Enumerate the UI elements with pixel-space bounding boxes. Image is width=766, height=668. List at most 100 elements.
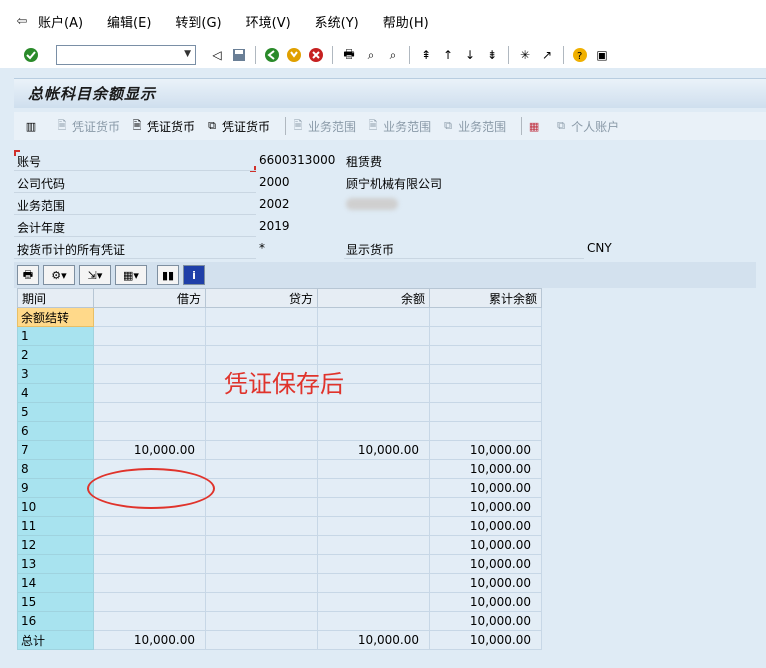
cell-debit[interactable] (93, 592, 206, 612)
cell-period[interactable]: 8 (17, 459, 94, 479)
cancel-icon[interactable] (307, 46, 325, 64)
cell-balance[interactable] (317, 573, 430, 593)
cell-period[interactable]: 16 (17, 611, 94, 631)
menu-environment[interactable]: 环境(V) (246, 12, 291, 31)
cell-debit[interactable] (93, 364, 206, 384)
cell-cumulative[interactable] (429, 326, 542, 346)
table-row[interactable]: 13 10,000.00 (17, 554, 542, 574)
help-icon[interactable]: ? (571, 46, 589, 64)
cell-period[interactable]: 3 (17, 364, 94, 384)
find-icon[interactable]: ⌕ (362, 46, 380, 64)
cell-cumulative[interactable]: 10,000.00 (429, 459, 542, 479)
cell-credit[interactable] (205, 516, 318, 536)
last-page-icon[interactable]: ⇟ (483, 46, 501, 64)
menu-account[interactable]: 账户(A) (38, 12, 83, 31)
cell-balance[interactable] (317, 554, 430, 574)
menu-edit[interactable]: 编辑(E) (107, 12, 151, 31)
info-icon[interactable]: i (183, 265, 205, 285)
cell-period[interactable]: 12 (17, 535, 94, 555)
table-row[interactable]: 16 10,000.00 (17, 611, 542, 631)
cell-period[interactable]: 11 (17, 516, 94, 536)
cell-balance[interactable] (317, 307, 430, 327)
cell-cumulative[interactable] (429, 383, 542, 403)
table-row[interactable]: 5 (17, 402, 542, 422)
save-icon[interactable] (230, 46, 248, 64)
menu-help[interactable]: 帮助(H) (383, 12, 429, 31)
cell-cumulative[interactable]: 10,000.00 (429, 478, 542, 498)
table-row[interactable]: 11 10,000.00 (17, 516, 542, 536)
cell-balance[interactable] (317, 592, 430, 612)
cell-period[interactable]: 2 (17, 345, 94, 365)
cell-credit[interactable] (205, 535, 318, 555)
cell-balance[interactable] (317, 459, 430, 479)
print-icon[interactable]: 🖶 (340, 46, 358, 64)
cell-credit[interactable] (205, 440, 318, 460)
cell-cumulative[interactable]: 10,000.00 (429, 535, 542, 555)
layout-toggle-button[interactable]: ▥ (24, 119, 41, 133)
cell-period[interactable]: 9 (17, 478, 94, 498)
table-row[interactable]: 7 10,000.00 10,000.00 10,000.00 (17, 440, 542, 460)
cell-debit[interactable] (93, 554, 206, 574)
table-row[interactable]: 10 10,000.00 (17, 497, 542, 517)
exit-icon[interactable] (285, 46, 303, 64)
table-row[interactable]: 14 10,000.00 (17, 573, 542, 593)
cell-cumulative[interactable]: 10,000.00 (429, 592, 542, 612)
cell-cumulative[interactable]: 10,000.00 (429, 611, 542, 631)
table-row[interactable]: 8 10,000.00 (17, 459, 542, 479)
table-row[interactable]: 余额结转 (17, 307, 542, 327)
business-area-button-3[interactable]: ⧉ 业务范围 (441, 118, 506, 135)
personal-account-button[interactable]: ⧉ 个人账户 (554, 118, 619, 135)
print-icon[interactable]: 🖶 (17, 265, 39, 285)
chevron-down-icon[interactable]: ▼ (184, 49, 191, 59)
cell-credit[interactable] (205, 307, 318, 327)
cell-balance[interactable] (317, 478, 430, 498)
enter-icon[interactable] (22, 46, 40, 64)
table-row[interactable]: 15 10,000.00 (17, 592, 542, 612)
collapse-icon[interactable]: ◁ (208, 46, 226, 64)
layout-menu-icon[interactable]: ▣ (593, 46, 611, 64)
cell-cumulative[interactable]: 10,000.00 (429, 516, 542, 536)
table-row[interactable]: 2 (17, 345, 542, 365)
doc-currency-button-3[interactable]: ⧉ 凭证货币 (205, 118, 270, 135)
cell-credit[interactable] (205, 478, 318, 498)
cell-debit[interactable] (93, 383, 206, 403)
cell-balance[interactable] (317, 326, 430, 346)
cell-period[interactable]: 1 (17, 326, 94, 346)
cell-credit[interactable] (205, 611, 318, 631)
column-header-balance[interactable]: 余额 (317, 288, 430, 308)
cell-period[interactable]: 总计 (17, 630, 94, 650)
cell-debit[interactable] (93, 535, 206, 555)
cell-cumulative[interactable] (429, 402, 542, 422)
cell-debit[interactable]: 10,000.00 (93, 630, 206, 650)
cell-balance[interactable] (317, 345, 430, 365)
column-header-debit[interactable]: 借方 (93, 288, 206, 308)
find-next-icon[interactable]: ⌕ (384, 46, 402, 64)
chart-icon[interactable]: ▮▮ (157, 265, 179, 285)
column-header-cumulative[interactable]: 累计余额 (429, 288, 542, 308)
cell-cumulative[interactable]: 10,000.00 (429, 573, 542, 593)
table-row[interactable]: 6 (17, 421, 542, 441)
cell-cumulative[interactable]: 10,000.00 (429, 497, 542, 517)
cell-debit[interactable] (93, 307, 206, 327)
cell-credit[interactable] (205, 630, 318, 650)
cell-credit[interactable] (205, 402, 318, 422)
cell-balance[interactable] (317, 611, 430, 631)
cell-credit[interactable] (205, 459, 318, 479)
previous-page-icon[interactable]: ↑ (439, 46, 457, 64)
next-page-icon[interactable]: ↓ (461, 46, 479, 64)
cell-credit[interactable] (205, 573, 318, 593)
cell-debit[interactable]: 10,000.00 (93, 440, 206, 460)
cell-cumulative[interactable] (429, 345, 542, 365)
menu-goto[interactable]: 转到(G) (175, 12, 221, 31)
cell-debit[interactable] (93, 326, 206, 346)
cell-balance[interactable]: 10,000.00 (317, 630, 430, 650)
cell-cumulative[interactable] (429, 307, 542, 327)
cell-period[interactable]: 5 (17, 402, 94, 422)
cell-balance[interactable]: 10,000.00 (317, 440, 430, 460)
settings-dropdown-icon[interactable]: ⚙▾ (43, 265, 75, 285)
cell-credit[interactable] (205, 592, 318, 612)
cell-period[interactable]: 6 (17, 421, 94, 441)
table-row[interactable]: 总计 10,000.00 10,000.00 10,000.00 (17, 630, 542, 650)
column-header-credit[interactable]: 贷方 (205, 288, 318, 308)
column-header-period[interactable]: 期间 (17, 288, 94, 308)
